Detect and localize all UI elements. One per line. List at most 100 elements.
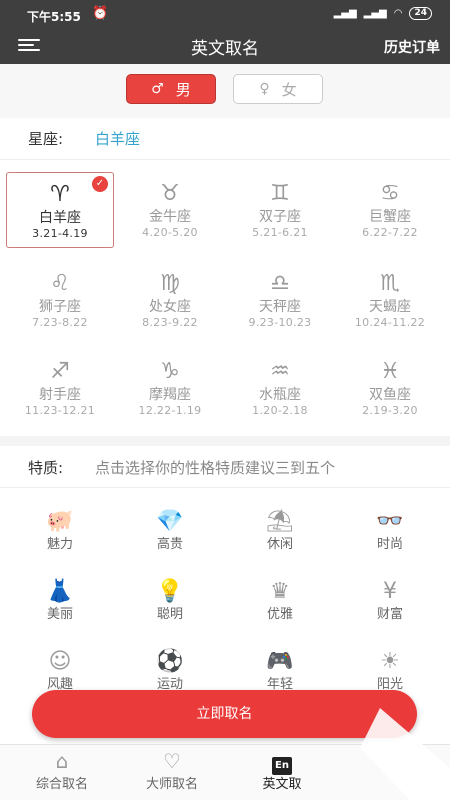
tab-label: 综合取名 bbox=[35, 777, 88, 792]
zodiac-date-range: 5.21-6.21 bbox=[252, 226, 308, 239]
female-button[interactable]: ♀ 女 bbox=[233, 74, 323, 104]
zodiac-date-range: 7.23-8.22 bbox=[32, 316, 88, 329]
zodiac-item[interactable]: ♓ 双鱼座 2.19-3.20 bbox=[336, 350, 444, 426]
zodiac-symbol-icon: ♐ bbox=[50, 359, 70, 384]
zodiac-item[interactable]: ♎ 天秤座 9.23-10.23 bbox=[226, 262, 334, 338]
zodiac-grid: ♈ 白羊座 3.21-4.19 ✓ ♉ 金牛座 4.20-5.20 ♊ 双子座 5.21-6.21… bbox=[0, 165, 450, 435]
zodiac-date-range: 3.21-4.19 bbox=[32, 227, 88, 240]
tab-item[interactable]: En 英文取 bbox=[232, 749, 332, 792]
zodiac-item[interactable]: ♋ 巨蟹座 6.22-7.22 bbox=[336, 172, 444, 248]
trait-item[interactable]: 👓 时尚 bbox=[340, 508, 440, 578]
trait-item[interactable]: ¥ 财富 bbox=[340, 578, 440, 648]
zodiac-item[interactable]: ♊ 双子座 5.21-6.21 bbox=[226, 172, 334, 248]
trait-name: 风趣 bbox=[46, 677, 73, 690]
zodiac-date-range: 9.23-10.23 bbox=[248, 316, 312, 329]
zodiac-date-range: 1.20-2.18 bbox=[252, 404, 308, 417]
page-title: 英文取名 bbox=[191, 39, 259, 59]
zodiac-item[interactable]: ♏ 天蝎座 10.24-11.22 bbox=[336, 262, 444, 338]
trait-item[interactable]: ♛ 优雅 bbox=[230, 578, 330, 648]
crown-icon: ♛ bbox=[270, 579, 290, 604]
zodiac-item[interactable]: ♍ 处女座 8.23-9.22 bbox=[116, 262, 224, 338]
trait-item[interactable]: ⛱ 休闲 bbox=[230, 508, 330, 578]
zodiac-symbol-icon: ♊ bbox=[270, 181, 290, 206]
zodiac-symbol-icon: ♍ bbox=[160, 271, 180, 296]
trait-name: 美丽 bbox=[46, 607, 73, 622]
trait-name: 休闲 bbox=[266, 537, 293, 552]
trait-item[interactable]: 💡 聪明 bbox=[120, 578, 220, 648]
zodiac-item[interactable]: ♐ 射手座 11.23-12.21 bbox=[6, 350, 114, 426]
zodiac-name: 巨蟹座 bbox=[369, 209, 411, 225]
zodiac-date-range: 2.19-3.20 bbox=[362, 404, 418, 417]
trait-item[interactable]: ☺ 风趣 bbox=[10, 648, 110, 690]
zodiac-item[interactable]: ♌ 狮子座 7.23-8.22 bbox=[6, 262, 114, 338]
bulb-icon: 💡 bbox=[156, 579, 184, 604]
alarm-icon: ⏰ bbox=[92, 6, 109, 21]
zodiac-name: 射手座 bbox=[39, 387, 81, 403]
female-icon: ♀ bbox=[259, 81, 270, 97]
battery-indicator: 24 bbox=[409, 7, 432, 20]
zodiac-name: 双鱼座 bbox=[369, 387, 411, 403]
zodiac-name: 白羊座 bbox=[39, 210, 81, 226]
zodiac-symbol-icon: ♒ bbox=[270, 359, 290, 384]
male-button[interactable]: ♂ 男 bbox=[126, 74, 216, 104]
trait-name: 聪明 bbox=[156, 607, 183, 622]
trait-name: 魅力 bbox=[46, 537, 73, 552]
zodiac-name: 金牛座 bbox=[149, 209, 191, 225]
zodiac-item[interactable]: ♑ 摩羯座 12.22-1.19 bbox=[116, 350, 224, 426]
piggy-icon: 🐖 bbox=[46, 509, 74, 534]
tab-label: 大师取名 bbox=[145, 777, 198, 792]
trait-name: 高贵 bbox=[156, 537, 183, 552]
zodiac-date-range: 12.22-1.19 bbox=[138, 404, 202, 417]
zodiac-item[interactable]: ♈ 白羊座 3.21-4.19 ✓ bbox=[6, 172, 114, 248]
signal-icon-2: ▂▄▆ bbox=[363, 8, 387, 19]
traits-hint: 点击选择你的性格特质建议三到五个 bbox=[95, 459, 336, 477]
trait-item[interactable]: 🐖 魅力 bbox=[10, 508, 110, 578]
zodiac-symbol-icon: ♓ bbox=[380, 359, 400, 384]
trait-name: 阳光 bbox=[376, 677, 403, 690]
status-bar: 下午5:55 ⏰ ▂▄▆ ▂▄▆ ◠ 24 bbox=[0, 0, 450, 30]
overlay-arrow bbox=[360, 708, 450, 800]
female-label: 女 bbox=[281, 80, 297, 99]
zodiac-date-range: 10.24-11.22 bbox=[354, 316, 426, 329]
traits-row: 特质: 点击选择你的性格特质建议三到五个 bbox=[0, 446, 450, 488]
tab-item[interactable]: ⌂ 综合取名 bbox=[12, 749, 112, 792]
status-time: 下午5:55 bbox=[27, 10, 81, 24]
tab-item[interactable]: ♡ 大师取名 bbox=[122, 749, 222, 792]
ball-icon: ⚽ bbox=[156, 649, 184, 674]
zodiac-name: 水瓶座 bbox=[259, 387, 301, 403]
trait-item[interactable]: 💎 高贵 bbox=[120, 508, 220, 578]
section-divider bbox=[0, 436, 450, 446]
trait-item[interactable]: 👗 美丽 bbox=[10, 578, 110, 648]
zodiac-name: 处女座 bbox=[149, 299, 191, 315]
zodiac-name: 摩羯座 bbox=[149, 387, 191, 403]
trait-item[interactable]: ☀ 阳光 bbox=[340, 648, 440, 690]
zodiac-date-range: 6.22-7.22 bbox=[362, 226, 418, 239]
wifi-icon: ◠ bbox=[393, 8, 403, 19]
history-orders-link[interactable]: 历史订单 bbox=[384, 37, 440, 57]
app-header: 英文取名 历史订单 bbox=[0, 30, 450, 64]
trait-item[interactable]: 🎮 年轻 bbox=[230, 648, 330, 690]
trait-name: 财富 bbox=[376, 607, 403, 622]
constellation-value: 白羊座 bbox=[95, 130, 141, 148]
traits-grid: 🐖 魅力 💎 高贵 ⛱ 休闲 👓 时尚 👗 美丽 💡 聪明 ♛ 优雅 ¥ 财富 ☺ 风趣 ⚽ 运动 🎮 年轻 ☀ 阳光 bbox=[0, 500, 450, 690]
zodiac-symbol-icon: ♌ bbox=[50, 271, 70, 296]
male-icon: ♂ bbox=[151, 81, 164, 97]
male-label: 男 bbox=[175, 80, 191, 99]
en-icon: En bbox=[232, 749, 332, 775]
trait-name: 运动 bbox=[156, 677, 183, 690]
zodiac-symbol-icon: ♏ bbox=[380, 271, 400, 296]
zodiac-item[interactable]: ♒ 水瓶座 1.20-2.18 bbox=[226, 350, 334, 426]
zodiac-name: 双子座 bbox=[259, 209, 301, 225]
zodiac-date-range: 11.23-12.21 bbox=[24, 404, 96, 417]
status-icons: ▂▄▆ ▂▄▆ ◠ 24 bbox=[334, 7, 432, 20]
dress-icon: 👗 bbox=[46, 579, 74, 604]
smile-icon: ☺ bbox=[48, 649, 72, 674]
zodiac-item[interactable]: ♉ 金牛座 4.20-5.20 bbox=[116, 172, 224, 248]
sun-icon: ☀ bbox=[380, 649, 400, 674]
trait-name: 优雅 bbox=[266, 607, 293, 622]
trait-item[interactable]: ⚽ 运动 bbox=[120, 648, 220, 690]
heart-icon: ♡ bbox=[163, 749, 181, 773]
zodiac-name: 天蝎座 bbox=[369, 299, 411, 315]
home-icon: ⌂ bbox=[55, 749, 69, 773]
zodiac-symbol-icon: ♉ bbox=[160, 181, 180, 206]
